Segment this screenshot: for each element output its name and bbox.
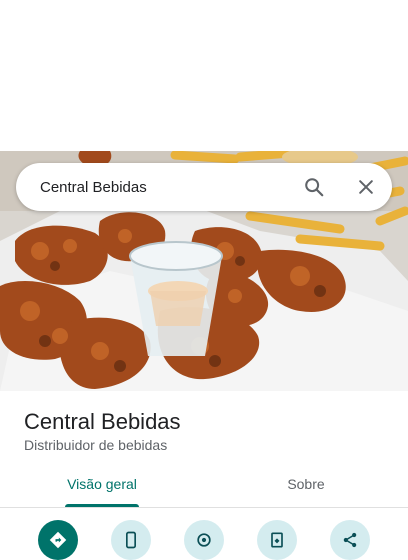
call-button[interactable] [111, 520, 151, 560]
search-input[interactable]: Central Bebidas [40, 179, 294, 196]
search-bar[interactable]: Central Bebidas [16, 163, 392, 211]
search-button[interactable] [294, 167, 334, 207]
place-category: Distribuidor de bebidas [24, 437, 168, 453]
save-button[interactable] [257, 520, 297, 560]
website-icon [197, 533, 211, 547]
tab-overview[interactable]: Visão geral [0, 468, 204, 507]
close-button[interactable] [346, 167, 386, 207]
directions-button[interactable] [38, 520, 78, 560]
save-icon [271, 532, 283, 548]
close-icon [359, 180, 373, 194]
map-blank-area [0, 0, 408, 151]
place-title: Central Bebidas [24, 409, 181, 434]
action-buttons [0, 520, 408, 560]
search-icon [305, 178, 324, 197]
share-button[interactable] [330, 520, 370, 560]
share-icon [343, 532, 357, 548]
website-button[interactable] [184, 520, 224, 560]
place-header: Central Bebidas Distribuidor de bebidas [24, 408, 181, 454]
phone-icon [126, 531, 136, 549]
tab-about[interactable]: Sobre [204, 468, 408, 507]
place-tabs: Visão geral Sobre [0, 468, 408, 508]
directions-icon [49, 531, 67, 549]
